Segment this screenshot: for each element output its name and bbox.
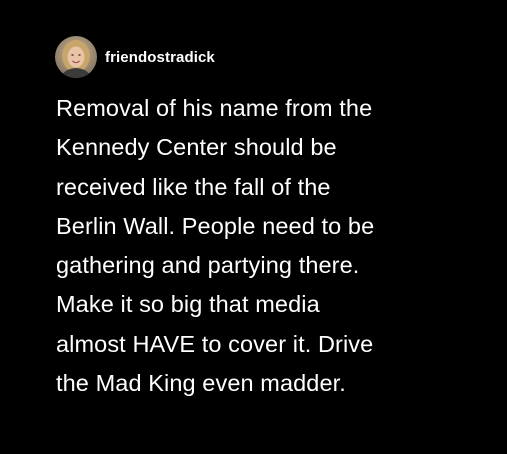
post-text-line: the Mad King even madder.	[56, 370, 346, 397]
post-text-line: almost HAVE to cover it. Drive	[56, 330, 374, 357]
post-text-line: Removal of his name from the	[56, 95, 373, 121]
post-header: friendostradick	[55, 35, 215, 79]
profile-photo-icon	[55, 36, 97, 78]
post-text-line: Make it so big that media	[56, 291, 320, 318]
avatar[interactable]	[55, 36, 97, 78]
post-text-line: received like the fall of the	[56, 173, 331, 200]
post-text-line: gathering and partying there.	[56, 252, 360, 279]
post-text-line: Kennedy Center should be	[56, 134, 337, 161]
post-body-text: Removal of his name from the Kennedy Cen…	[56, 89, 496, 403]
post-card: friendostradick Removal of his name from…	[0, 0, 507, 454]
post-text-line: Berlin Wall. People need to be	[56, 212, 375, 239]
author-username[interactable]: friendostradick	[105, 49, 215, 66]
